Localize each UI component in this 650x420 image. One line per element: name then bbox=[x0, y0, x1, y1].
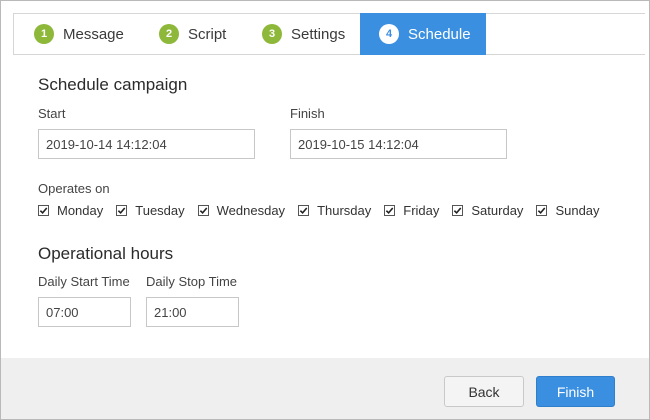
day-checkbox[interactable] bbox=[536, 205, 548, 216]
day-thursday[interactable]: Thursday bbox=[298, 203, 371, 218]
day-sunday[interactable]: Sunday bbox=[536, 203, 600, 218]
day-label: Thursday bbox=[317, 203, 372, 218]
tab-label: Script bbox=[188, 25, 227, 43]
tab-message[interactable]: 1 Message bbox=[34, 13, 149, 55]
day-tuesday[interactable]: Tuesday bbox=[116, 203, 185, 218]
day-wednesday[interactable]: Wednesday bbox=[197, 203, 286, 218]
operational-hours-heading: Operational hours bbox=[38, 244, 174, 263]
days-checkbox-group: Monday Tuesday Wednesday Thursday Friday… bbox=[38, 203, 600, 218]
start-datetime-input[interactable] bbox=[38, 129, 255, 159]
tab-label: Settings bbox=[291, 25, 346, 43]
daily-stop-time-label: Daily Stop Time bbox=[146, 274, 238, 289]
tab-label: Message bbox=[63, 25, 124, 43]
back-button[interactable]: Back bbox=[444, 376, 524, 407]
day-checkbox[interactable] bbox=[116, 205, 128, 216]
tab-label: Schedule bbox=[408, 25, 471, 43]
daily-start-time-input[interactable] bbox=[38, 297, 131, 327]
day-label: Tuesday bbox=[135, 203, 185, 218]
day-label: Sunday bbox=[555, 203, 600, 218]
checkmark-icon bbox=[118, 207, 126, 215]
schedule-campaign-heading: Schedule campaign bbox=[38, 75, 188, 94]
operates-on-label: Operates on bbox=[38, 181, 110, 196]
start-label: Start bbox=[38, 106, 66, 121]
day-friday[interactable]: Friday bbox=[384, 203, 439, 218]
day-checkbox[interactable] bbox=[384, 205, 396, 216]
daily-stop-time-input[interactable] bbox=[146, 297, 239, 327]
day-label: Wednesday bbox=[216, 203, 286, 218]
checkmark-icon bbox=[454, 207, 462, 215]
day-saturday[interactable]: Saturday bbox=[452, 203, 523, 218]
day-checkbox[interactable] bbox=[197, 205, 209, 216]
day-checkbox[interactable] bbox=[452, 205, 464, 216]
campaign-wizard: 1 Message 2 Script 3 Settings 4 Schedule… bbox=[1, 1, 649, 419]
checkmark-icon bbox=[199, 207, 207, 215]
checkmark-icon bbox=[299, 207, 308, 215]
finish-label: Finish bbox=[290, 106, 325, 121]
step-number-badge: 3 bbox=[262, 24, 282, 44]
checkmark-icon bbox=[39, 207, 48, 215]
step-number-badge: 2 bbox=[159, 24, 179, 44]
wizard-steps: 1 Message 2 Script 3 Settings 4 Schedule bbox=[13, 13, 645, 55]
checkmark-icon bbox=[386, 207, 394, 215]
tab-script[interactable]: 2 Script bbox=[159, 13, 259, 55]
day-monday[interactable]: Monday bbox=[38, 203, 103, 218]
step-number-badge: 1 bbox=[34, 24, 54, 44]
tab-settings[interactable]: 3 Settings bbox=[262, 13, 362, 55]
day-checkbox[interactable] bbox=[38, 205, 49, 216]
daily-start-time-label: Daily Start Time bbox=[38, 274, 130, 289]
tab-schedule[interactable]: 4 Schedule bbox=[360, 13, 486, 55]
step-number-badge: 4 bbox=[379, 24, 399, 44]
day-label: Saturday bbox=[471, 203, 524, 218]
finish-button[interactable]: Finish bbox=[536, 376, 615, 407]
finish-datetime-input[interactable] bbox=[290, 129, 507, 159]
day-label: Monday bbox=[57, 203, 104, 218]
day-label: Friday bbox=[403, 203, 440, 218]
checkmark-icon bbox=[538, 207, 546, 215]
day-checkbox[interactable] bbox=[298, 205, 310, 216]
